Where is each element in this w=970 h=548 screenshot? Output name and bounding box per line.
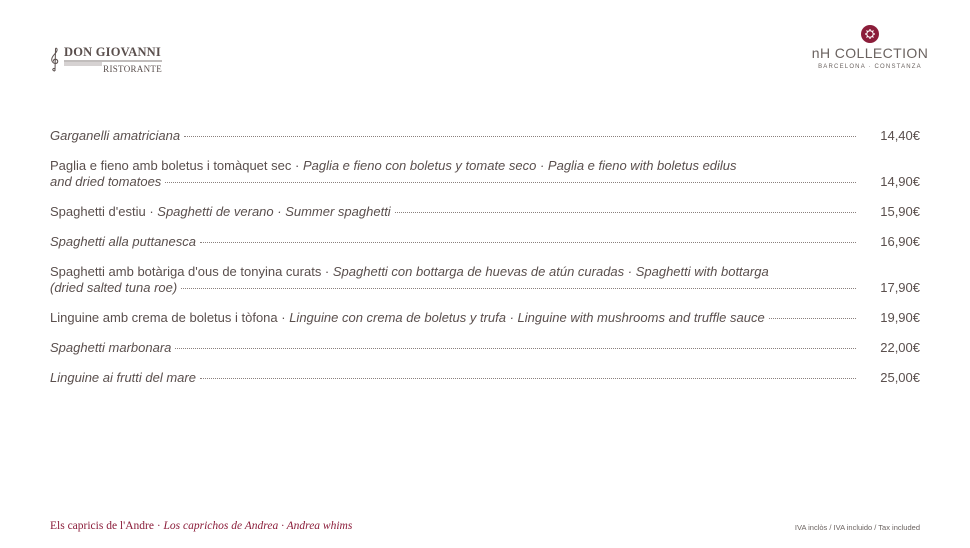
item-name-catalan: Linguine amb crema de boletus i tòfona ·: [50, 310, 290, 325]
menu-item: Paglia e fieno amb boletus i tomàquet se…: [50, 158, 920, 190]
menu-item: Linguine amb crema de boletus i tòfona ·…: [50, 310, 920, 326]
item-price: 19,90€: [880, 310, 920, 325]
item-price: 22,00€: [880, 340, 920, 355]
restaurant-subtitle: RISTORANTE: [103, 64, 162, 75]
item-price: 14,40€: [880, 128, 920, 143]
section-title-translations: Los caprichos de Andrea · Andrea whims: [163, 520, 353, 532]
leader-dots: [199, 378, 856, 379]
item-name-translations: Garganelli amatriciana: [50, 128, 181, 143]
nh-emblem-icon: [861, 25, 879, 43]
item-price: 17,90€: [880, 280, 920, 295]
hotel-name: nH COLLECTION: [811, 45, 929, 61]
tax-note: IVA inclòs / IVA incluido / Tax included: [794, 523, 920, 532]
item-name-translations: Spaghetti con bottarga de huevas de atún…: [332, 264, 769, 279]
menu-item: Spaghetti d'estiu · Spaghetti de verano …: [50, 204, 920, 220]
treble-clef-icon: [51, 47, 59, 72]
item-name-translations: Paglia e fieno con boletus y tomate seco…: [302, 158, 737, 173]
section-title-catalan: Els capricis de l'Andre ·: [50, 520, 164, 532]
leader-dots: [175, 348, 856, 349]
item-price: 15,90€: [880, 204, 920, 219]
item-name-continuation: and dried tomatoes: [50, 174, 162, 189]
hotel-logo: nH COLLECTION BARCELONA · CONSTANZA: [805, 24, 935, 74]
restaurant-name: DON GIOVANNI: [64, 44, 161, 59]
item-price: 16,90€: [880, 234, 920, 249]
leader-dots: [181, 288, 856, 289]
menu-item: Spaghetti marbonara 22,00€: [50, 340, 920, 356]
restaurant-logo: DON GIOVANNI RISTORANTE: [50, 46, 162, 74]
leader-dots: [184, 136, 856, 137]
item-name-translations: Spaghetti alla puttanesca: [50, 234, 196, 249]
leader-dots: [165, 182, 856, 183]
item-name-catalan: Spaghetti d'estiu ·: [50, 204, 158, 219]
item-name-translations: Linguine ai frutti del mare: [50, 370, 196, 385]
item-name-catalan: Paglia e fieno amb boletus i tomàquet se…: [50, 158, 303, 173]
item-name-translations: Linguine con crema de boletus y trufa · …: [289, 310, 765, 325]
item-price: 14,90€: [880, 174, 920, 189]
item-name-catalan: Spaghetti amb botàriga d'ous de tonyina …: [50, 264, 333, 279]
menu-item: Spaghetti amb botàriga d'ous de tonyina …: [50, 264, 920, 296]
menu-section-title: Els capricis de l'Andre · Los caprichos …: [50, 520, 352, 532]
item-name-translations: Spaghetti de verano · Summer spaghetti: [157, 204, 391, 219]
menu-item: Spaghetti alla puttanesca 16,90€: [50, 234, 920, 250]
menu-item: Linguine ai frutti del mare 25,00€: [50, 370, 920, 386]
hotel-location: BARCELONA · CONSTANZA: [818, 64, 922, 70]
pasta-menu: Garganelli amatriciana 14,40€ Paglia e f…: [50, 128, 920, 386]
leader-dots: [200, 242, 856, 243]
item-name-translations: Spaghetti marbonara: [50, 340, 172, 355]
leader-dots: [768, 318, 856, 319]
item-price: 25,00€: [880, 370, 920, 385]
item-name-continuation: (dried salted tuna roe): [50, 280, 178, 295]
leader-dots: [394, 212, 856, 213]
menu-item: Garganelli amatriciana 14,40€: [50, 128, 920, 144]
